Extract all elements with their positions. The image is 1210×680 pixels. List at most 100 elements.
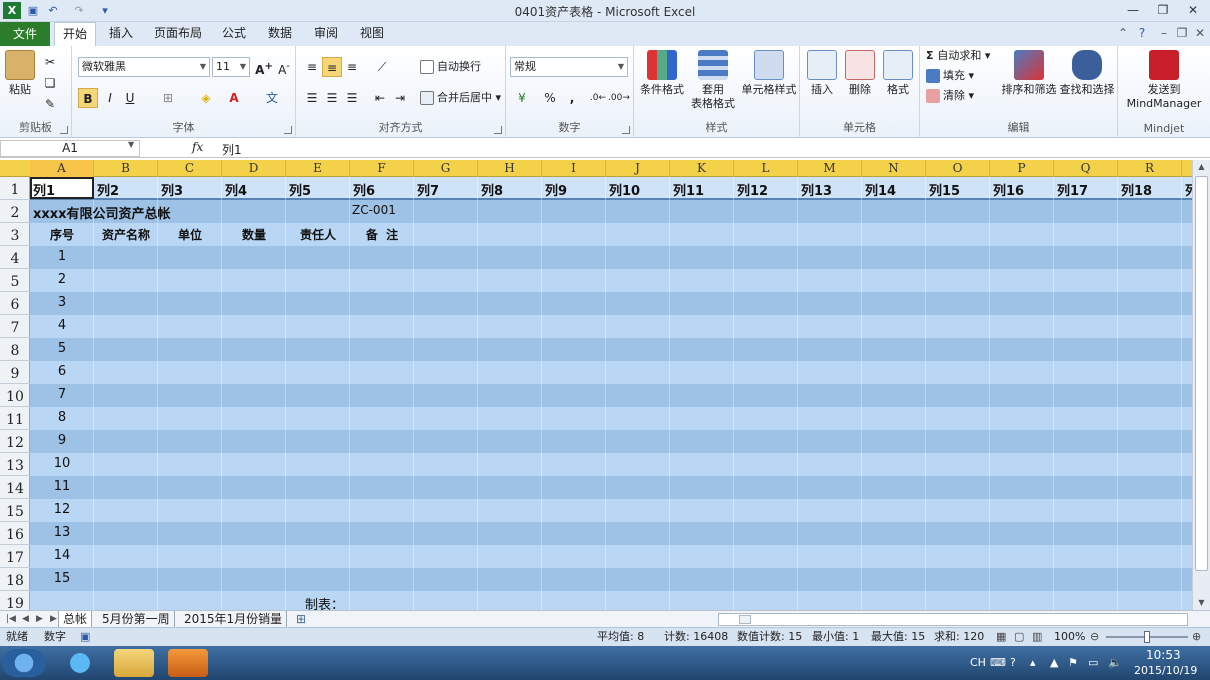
row-header[interactable]: 5 (0, 269, 30, 292)
formula-input[interactable]: 列1 (222, 141, 242, 158)
row-header[interactable]: 6 (0, 292, 30, 315)
network-icon[interactable]: ▲ (1050, 656, 1058, 669)
vertical-scrollbar[interactable]: ▲ ▼ (1192, 160, 1210, 610)
serial-cell[interactable]: 11 (30, 479, 94, 494)
serial-cell[interactable]: 14 (30, 548, 94, 563)
table-header-cell[interactable]: 列11 (673, 180, 704, 199)
row-header[interactable]: 15 (0, 499, 30, 522)
column-title-cell[interactable]: 资产名称 (94, 226, 158, 243)
tab-review[interactable]: 审阅 (306, 22, 346, 46)
start-button-icon[interactable] (2, 649, 46, 677)
doc-close-icon[interactable]: ✕ (1192, 22, 1208, 46)
row-header[interactable]: 2 (0, 200, 30, 223)
worksheet-grid[interactable]: 列1 列2 列3 列4 列5 列6 列7 列8 列9 列10 列11 列12 列… (30, 177, 1192, 610)
cut-icon[interactable]: ✂ (40, 52, 60, 72)
tab-file[interactable]: 文件 (0, 22, 50, 46)
scroll-up-icon[interactable]: ▲ (1195, 162, 1208, 174)
column-header[interactable]: M (798, 160, 862, 177)
sheet-tab[interactable]: 5月份第一周 (98, 611, 175, 628)
page-break-view-icon[interactable]: ▥ (1032, 628, 1042, 646)
italic-button[interactable]: I (100, 88, 120, 108)
page-layout-view-icon[interactable]: ▢ (1014, 628, 1024, 646)
column-header[interactable]: H (478, 160, 542, 177)
table-header-cell[interactable]: 列4 (225, 180, 247, 199)
table-header-cell[interactable]: 列10 (609, 180, 640, 199)
column-header[interactable]: G (414, 160, 478, 177)
phonetic-icon[interactable]: 文 (262, 88, 282, 108)
row-header[interactable]: 19 (0, 591, 30, 612)
tab-insert[interactable]: 插入 (100, 22, 142, 46)
row-header[interactable]: 8 (0, 338, 30, 361)
align-bottom-icon[interactable]: ≡ (342, 57, 362, 77)
row-header[interactable]: 11 (0, 407, 30, 430)
autosum-button[interactable]: Σ 自动求和 ▾ (926, 46, 990, 66)
number-launcher-icon[interactable] (622, 126, 630, 134)
insert-function-button[interactable]: fx (192, 140, 203, 154)
send-to-mindmanager-button[interactable]: 发送到 MindManager (1120, 50, 1208, 111)
chevron-down-icon[interactable]: ▼ (128, 140, 134, 149)
format-as-table-button[interactable]: 套用 表格格式 (686, 50, 740, 111)
table-header-cell[interactable]: 列6 (353, 180, 375, 199)
internet-explorer-icon[interactable] (60, 649, 100, 677)
clear-button[interactable]: 清除 ▾ (926, 86, 974, 106)
horizontal-scroll-thumb[interactable] (739, 615, 751, 624)
sheet-nav-prev-icon[interactable]: ◀ (18, 611, 33, 628)
column-header[interactable]: I (542, 160, 606, 177)
ime-indicator[interactable]: CH (970, 656, 986, 669)
display-icon[interactable]: ▭ (1088, 656, 1098, 669)
preparer-cell[interactable]: 制表： (305, 594, 344, 610)
help-tray-icon[interactable]: ? (1010, 656, 1016, 669)
percent-button[interactable]: % (540, 88, 560, 108)
row-header[interactable]: 9 (0, 361, 30, 384)
zoom-level[interactable]: 100% (1054, 628, 1085, 646)
underline-button[interactable]: U (120, 88, 140, 108)
insert-cells-button[interactable]: 插入 (804, 50, 840, 97)
sheet-tab-active[interactable]: 总帐 (58, 611, 93, 628)
comma-button[interactable]: , (562, 88, 582, 108)
doc-minimize-icon[interactable]: – (1156, 22, 1172, 46)
serial-cell[interactable]: 2 (30, 272, 94, 287)
tab-view[interactable]: 视图 (352, 22, 392, 46)
align-top-icon[interactable]: ≡ (302, 57, 322, 77)
cell-styles-button[interactable]: 单元格样式 (738, 50, 800, 97)
column-header[interactable]: Q (1054, 160, 1118, 177)
zoom-out-icon[interactable]: ⊖ (1090, 628, 1099, 646)
align-left-icon[interactable]: ☰ (302, 88, 322, 108)
flag-icon[interactable]: ⚑ (1068, 656, 1078, 669)
table-header-cell[interactable]: 列2 (97, 180, 119, 199)
serial-cell[interactable]: 9 (30, 433, 94, 448)
grow-font-icon[interactable]: A+ (254, 57, 274, 77)
table-header-cell[interactable]: 列17 (1057, 180, 1088, 199)
font-name-combo[interactable]: 微软雅黑 ▼ (78, 57, 210, 77)
row-header[interactable]: 10 (0, 384, 30, 407)
table-header-cell[interactable]: 列14 (865, 180, 896, 199)
alignment-launcher-icon[interactable] (494, 126, 502, 134)
font-color-icon[interactable]: A (224, 88, 244, 108)
tray-overflow-icon[interactable]: ▴ (1030, 656, 1036, 669)
column-header[interactable]: L (734, 160, 798, 177)
volume-icon[interactable]: 🔈 (1108, 656, 1122, 669)
clock-date[interactable]: 2015/10/19 (1134, 664, 1197, 677)
number-format-combo[interactable]: 常规 ▼ (510, 57, 628, 77)
row-header[interactable]: 7 (0, 315, 30, 338)
fill-color-icon[interactable]: ◈ (196, 88, 216, 108)
serial-cell[interactable]: 12 (30, 502, 94, 517)
scroll-thumb[interactable] (1195, 176, 1208, 571)
decrease-indent-icon[interactable]: ⇤ (370, 88, 390, 108)
media-player-icon[interactable] (168, 649, 208, 677)
keyboard-icon[interactable]: ⌨ (990, 656, 1006, 669)
column-header[interactable]: R (1118, 160, 1182, 177)
row-header[interactable]: 12 (0, 430, 30, 453)
serial-cell[interactable]: 13 (30, 525, 94, 540)
row-header[interactable]: 17 (0, 545, 30, 568)
file-explorer-icon[interactable] (114, 649, 154, 677)
table-header-cell[interactable]: 列8 (481, 180, 503, 199)
column-header[interactable]: E (286, 160, 350, 177)
serial-cell[interactable]: 1 (30, 249, 94, 264)
close-button[interactable]: ✕ (1180, 1, 1206, 19)
tab-home[interactable]: 开始 (54, 22, 96, 46)
row-header[interactable]: 1 (0, 177, 30, 200)
clipboard-launcher-icon[interactable] (60, 126, 68, 134)
table-header-cell[interactable]: 列1 (33, 180, 55, 199)
find-select-button[interactable]: 查找和选择 (1058, 50, 1116, 97)
